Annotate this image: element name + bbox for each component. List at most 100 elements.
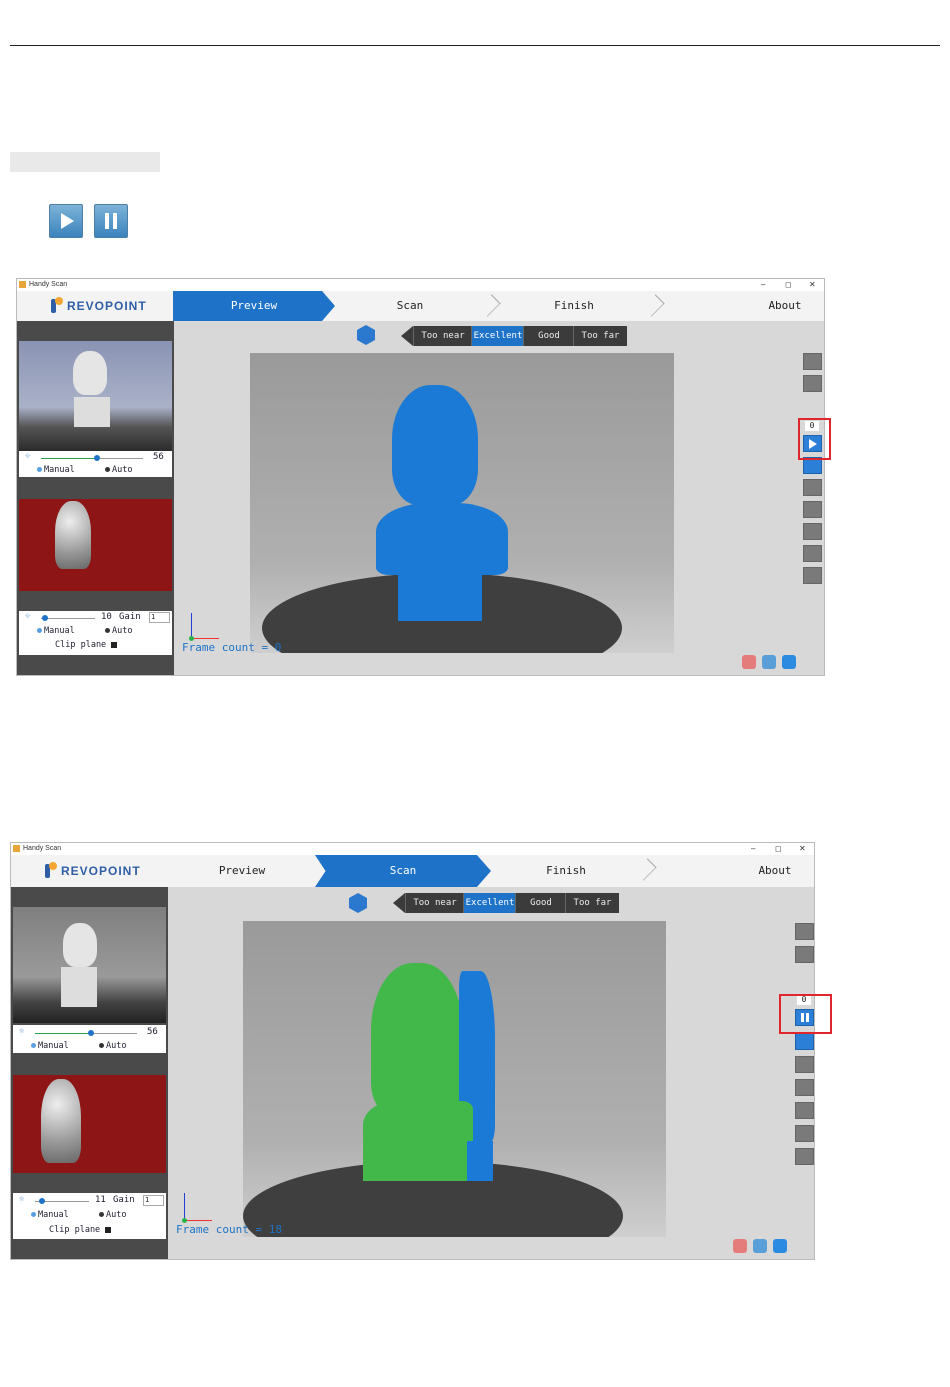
slider-knob[interactable]: [42, 615, 48, 621]
new-project-icon[interactable]: [795, 923, 814, 940]
window-title: Handy Scan: [29, 281, 68, 288]
highlight-pause: [779, 994, 832, 1034]
brand-name: REVOPOINT: [67, 299, 147, 313]
rgb-exposure-slider[interactable]: [41, 615, 95, 621]
scan-mesh-head: [392, 385, 478, 505]
ir-exposure-slider[interactable]: [35, 1030, 137, 1036]
tool-column: 0: [791, 921, 814, 1171]
delete-icon[interactable]: [803, 501, 822, 518]
bust-base: [74, 397, 110, 427]
maximize-button[interactable]: ◻: [785, 279, 792, 291]
view-cube-icon[interactable]: [349, 893, 367, 913]
export-icon[interactable]: [803, 567, 822, 584]
home-icon[interactable]: [782, 655, 796, 669]
minimize-button[interactable]: –: [751, 843, 755, 855]
tab-finish[interactable]: Finish: [499, 291, 649, 321]
distance-too-far: Too far: [573, 326, 627, 346]
brand-name: REVOPOINT: [61, 864, 141, 878]
undo-icon[interactable]: [795, 1056, 814, 1073]
rgb-camera-preview: [13, 1075, 166, 1173]
undo-icon[interactable]: [803, 479, 822, 496]
ir-camera-preview: [19, 341, 172, 451]
axis-x: [184, 1220, 212, 1221]
ir-auto-radio[interactable]: Auto: [105, 465, 132, 475]
export-icon[interactable]: [795, 1148, 814, 1165]
rgb-auto-radio[interactable]: Auto: [105, 626, 132, 636]
crop-icon[interactable]: [803, 523, 822, 540]
ir-manual-radio[interactable]: Manual: [37, 465, 75, 475]
new-project-icon[interactable]: [803, 353, 822, 370]
gain-label: Gain: [113, 1195, 135, 1205]
tab-about[interactable]: About: [745, 291, 824, 321]
rgb-camera-preview: [19, 499, 172, 591]
title-bar: Handy Scan – ◻ ✕: [17, 279, 824, 291]
window-title: Handy Scan: [23, 845, 62, 852]
gain-spinbox[interactable]: 1: [143, 1195, 164, 1206]
slider-knob[interactable]: [39, 1198, 45, 1204]
app-icon: [13, 845, 20, 852]
distance-too-near: Too near: [413, 326, 472, 346]
gain-spinbox[interactable]: 1: [149, 612, 170, 623]
lock-status-icon: [733, 1239, 747, 1253]
app-icon: [19, 281, 26, 288]
play-icon: [49, 204, 83, 238]
bust-object: [63, 923, 97, 967]
rgb-manual-radio[interactable]: Manual: [37, 626, 75, 636]
nav-bar: REVOPOINT Preview Scan Finish About: [17, 291, 824, 322]
tab-scan[interactable]: Scan: [315, 855, 491, 887]
stop-button[interactable]: [795, 1033, 814, 1050]
distance-excellent: Excellent: [471, 326, 524, 346]
open-folder-icon[interactable]: [795, 946, 814, 963]
crop-icon[interactable]: [795, 1102, 814, 1119]
rgb-manual-radio[interactable]: Manual: [31, 1210, 69, 1220]
rgb-exposure-value: 10: [101, 612, 112, 622]
ir-manual-radio[interactable]: Manual: [31, 1041, 69, 1051]
brightness-icon: ☼: [25, 612, 31, 622]
scan-viewport[interactable]: [243, 921, 666, 1237]
view-cube-icon[interactable]: [357, 325, 375, 345]
home-icon[interactable]: [773, 1239, 787, 1253]
scan-viewport[interactable]: [250, 353, 674, 653]
ir-auto-radio[interactable]: Auto: [99, 1041, 126, 1051]
clip-plane-checkbox[interactable]: Clip plane: [49, 1225, 112, 1235]
device-status-icon: [762, 655, 776, 669]
tab-about[interactable]: About: [735, 855, 814, 887]
frame-count: Frame count = 0: [182, 641, 282, 654]
maximize-button[interactable]: ◻: [775, 843, 782, 855]
tab-scan[interactable]: Scan: [335, 291, 485, 321]
distance-too-far: Too far: [565, 893, 619, 913]
axis-x: [191, 638, 219, 639]
slider-knob[interactable]: [94, 455, 100, 461]
ir-exposure-slider[interactable]: [41, 455, 143, 461]
scan-mesh-base: [398, 573, 482, 621]
rgb-auto-radio[interactable]: Auto: [99, 1210, 126, 1220]
rgb-exposure-slider[interactable]: [35, 1198, 89, 1204]
pause-icon: [94, 204, 128, 238]
minimize-button[interactable]: –: [761, 279, 765, 291]
tab-finish[interactable]: Finish: [491, 855, 641, 887]
close-button[interactable]: ✕: [809, 279, 816, 291]
rgb-exposure-value: 11: [95, 1195, 106, 1205]
scan-mesh-head-new: [371, 963, 463, 1113]
tool-column: 0: [799, 351, 824, 591]
fuse-icon[interactable]: [803, 545, 822, 562]
chevron-separator: [649, 291, 661, 321]
section-heading-placeholder: [10, 152, 160, 172]
delete-icon[interactable]: [795, 1079, 814, 1096]
tab-preview[interactable]: Preview: [173, 291, 335, 321]
bust-object: [55, 501, 91, 569]
brightness-icon: ☼: [25, 452, 31, 462]
slider-knob[interactable]: [88, 1030, 94, 1036]
tab-preview[interactable]: Preview: [167, 855, 317, 887]
scan-mesh-bust: [376, 503, 508, 575]
distance-indicator: Too near Excellent Good Too far: [393, 893, 619, 913]
nav-bar: REVOPOINT Preview Scan Finish About: [11, 855, 814, 888]
bust-object: [73, 351, 107, 395]
brightness-icon: ☼: [19, 1027, 25, 1037]
fuse-icon[interactable]: [795, 1125, 814, 1142]
chevron-separator: [641, 855, 653, 885]
ir-controls: ☼ 56 Manual Auto: [13, 1025, 166, 1053]
open-folder-icon[interactable]: [803, 375, 822, 392]
clip-plane-checkbox[interactable]: Clip plane: [55, 640, 118, 650]
close-button[interactable]: ✕: [799, 843, 806, 855]
